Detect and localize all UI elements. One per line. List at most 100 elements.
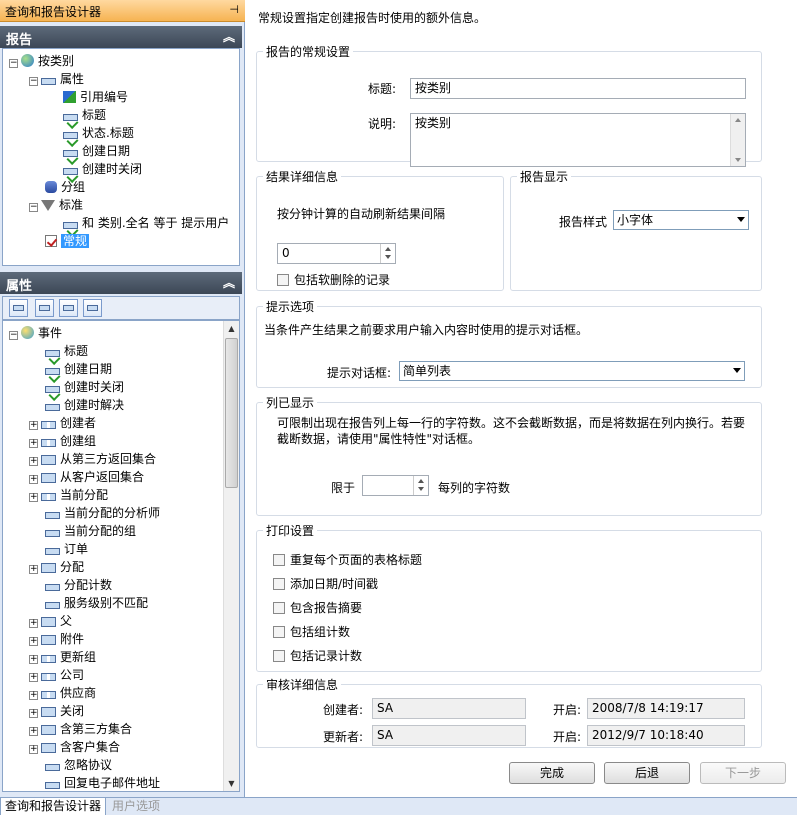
list-item[interactable]: 当前分配的组: [45, 522, 136, 540]
list-item[interactable]: + 分配: [29, 558, 84, 576]
checkbox-icon[interactable]: [273, 554, 285, 566]
refresh-interval-spinner[interactable]: 0: [277, 243, 396, 264]
list-item[interactable]: + 从第三方返回集合: [29, 450, 156, 468]
collapse-icon[interactable]: −: [29, 203, 38, 212]
include-deleted-checkbox[interactable]: 包括软删除的记录: [277, 271, 390, 288]
back-button[interactable]: 后退: [604, 762, 690, 784]
tree-node-criteria-rule[interactable]: 和 类别.全名 等于 提示用户: [63, 214, 229, 232]
expand-icon[interactable]: +: [29, 475, 38, 484]
report-style-dropdown[interactable]: 小字体: [613, 210, 749, 230]
expand-icon[interactable]: +: [29, 439, 38, 448]
checkbox-icon[interactable]: [273, 650, 285, 662]
list-item[interactable]: 忽略协议: [45, 756, 112, 774]
scroll-up-icon[interactable]: [735, 118, 741, 122]
toolbar-field-button[interactable]: [9, 299, 28, 317]
list-item[interactable]: 创建日期: [45, 360, 112, 378]
list-item[interactable]: + 含客户集合: [29, 738, 120, 756]
expand-icon[interactable]: +: [29, 709, 38, 718]
list-item[interactable]: + 创建者: [29, 414, 96, 432]
report-panel-header[interactable]: 报告 ︽: [0, 26, 242, 48]
list-item[interactable]: + 父: [29, 612, 72, 630]
list-item[interactable]: + 创建组: [29, 432, 96, 450]
expand-icon[interactable]: +: [29, 421, 38, 430]
list-item[interactable]: + 更新组: [29, 648, 96, 666]
expand-icon[interactable]: +: [29, 727, 38, 736]
expand-icon[interactable]: +: [29, 691, 38, 700]
tree-node-closed-on-create[interactable]: 创建时关闭: [63, 160, 142, 178]
toolbar-group-button[interactable]: [59, 299, 78, 317]
list-item[interactable]: 订单: [45, 540, 88, 558]
spinner-buttons[interactable]: [413, 476, 428, 495]
list-item[interactable]: + 含第三方集合: [29, 720, 132, 738]
list-item[interactable]: + 附件: [29, 630, 84, 648]
include-summary-checkbox[interactable]: 包含报告摘要: [273, 599, 362, 616]
toolbar-copy-button[interactable]: [35, 299, 54, 317]
toolbar-flow-button[interactable]: [83, 299, 102, 317]
list-item[interactable]: + 当前分配: [29, 486, 108, 504]
chevron-down-icon[interactable]: [733, 368, 741, 373]
chevron-down-icon[interactable]: [737, 217, 745, 222]
properties-scrollbar[interactable]: ▲ ▼: [223, 321, 239, 791]
spin-up-icon[interactable]: [418, 479, 424, 483]
scroll-down-icon[interactable]: [735, 158, 741, 162]
expand-icon[interactable]: +: [29, 637, 38, 646]
scroll-down-icon[interactable]: ▼: [224, 776, 239, 791]
expand-icon[interactable]: +: [29, 745, 38, 754]
description-scrollbar[interactable]: [730, 114, 745, 166]
expand-icon[interactable]: +: [29, 565, 38, 574]
finish-button[interactable]: 完成: [509, 762, 595, 784]
tree-node-title[interactable]: 标题: [63, 106, 106, 124]
expand-icon[interactable]: +: [29, 655, 38, 664]
checkbox-icon[interactable]: [273, 578, 285, 590]
collapse-chevron-icon[interactable]: ︽: [223, 274, 235, 291]
scroll-thumb[interactable]: [225, 338, 238, 488]
tree-node-general[interactable]: 常规: [45, 232, 90, 250]
list-item[interactable]: 创建时解决: [45, 396, 124, 414]
checkbox-icon[interactable]: [273, 626, 285, 638]
list-item[interactable]: 创建时关闭: [45, 378, 124, 396]
spinner-buttons[interactable]: [380, 244, 395, 263]
list-item[interactable]: + 公司: [29, 666, 84, 684]
spin-down-icon[interactable]: [385, 255, 391, 259]
repeat-header-checkbox[interactable]: 重复每个页面的表格标题: [273, 551, 422, 568]
tree-node-criteria[interactable]: − 标准: [29, 196, 83, 214]
tree-node-reference-number[interactable]: 引用编号: [63, 88, 128, 106]
list-item[interactable]: + 关闭: [29, 702, 84, 720]
list-item[interactable]: 分配计数: [45, 576, 112, 594]
tree-node-properties[interactable]: − 属性: [29, 70, 84, 88]
tree-node-by-category[interactable]: − 按类别: [9, 52, 74, 70]
scroll-up-icon[interactable]: ▲: [224, 321, 239, 336]
include-group-count-checkbox[interactable]: 包括组计数: [273, 623, 350, 640]
list-item[interactable]: 回复电子邮件地址: [45, 774, 160, 791]
include-record-count-checkbox[interactable]: 包括记录计数: [273, 647, 362, 664]
collapse-icon[interactable]: −: [9, 59, 18, 68]
description-textarea[interactable]: 按类别: [410, 113, 746, 167]
list-item[interactable]: − 事件: [9, 324, 62, 342]
spin-down-icon[interactable]: [418, 487, 424, 491]
prompt-dialog-dropdown[interactable]: 简单列表: [399, 361, 745, 381]
expand-icon[interactable]: +: [29, 493, 38, 502]
collapse-icon[interactable]: −: [29, 77, 38, 86]
next-button[interactable]: 下一步: [700, 762, 786, 784]
properties-panel-header[interactable]: 属性 ︽: [0, 272, 242, 294]
checkbox-icon[interactable]: [277, 274, 289, 286]
tab-user-options[interactable]: 用户选项: [108, 798, 164, 815]
checkbox-icon[interactable]: [273, 602, 285, 614]
collapse-icon[interactable]: −: [9, 331, 18, 340]
list-item[interactable]: 服务级别不匹配: [45, 594, 148, 612]
expand-icon[interactable]: +: [29, 673, 38, 682]
expand-icon[interactable]: +: [29, 619, 38, 628]
tree-node-status-title[interactable]: 状态.标题: [63, 124, 134, 142]
list-item[interactable]: 当前分配的分析师: [45, 504, 160, 522]
list-item[interactable]: + 从客户返回集合: [29, 468, 144, 486]
pin-icon[interactable]: ⊣: [229, 3, 239, 16]
add-timestamp-checkbox[interactable]: 添加日期/时间戳: [273, 575, 378, 592]
expand-icon[interactable]: +: [29, 457, 38, 466]
list-item[interactable]: 标题: [45, 342, 88, 360]
spin-up-icon[interactable]: [385, 247, 391, 251]
tree-node-grouping[interactable]: 分组: [45, 178, 85, 196]
tree-node-created-date[interactable]: 创建日期: [63, 142, 130, 160]
list-item[interactable]: + 供应商: [29, 684, 96, 702]
collapse-chevron-icon[interactable]: ︽: [223, 28, 235, 45]
tab-designer[interactable]: 查询和报告设计器: [0, 798, 107, 815]
